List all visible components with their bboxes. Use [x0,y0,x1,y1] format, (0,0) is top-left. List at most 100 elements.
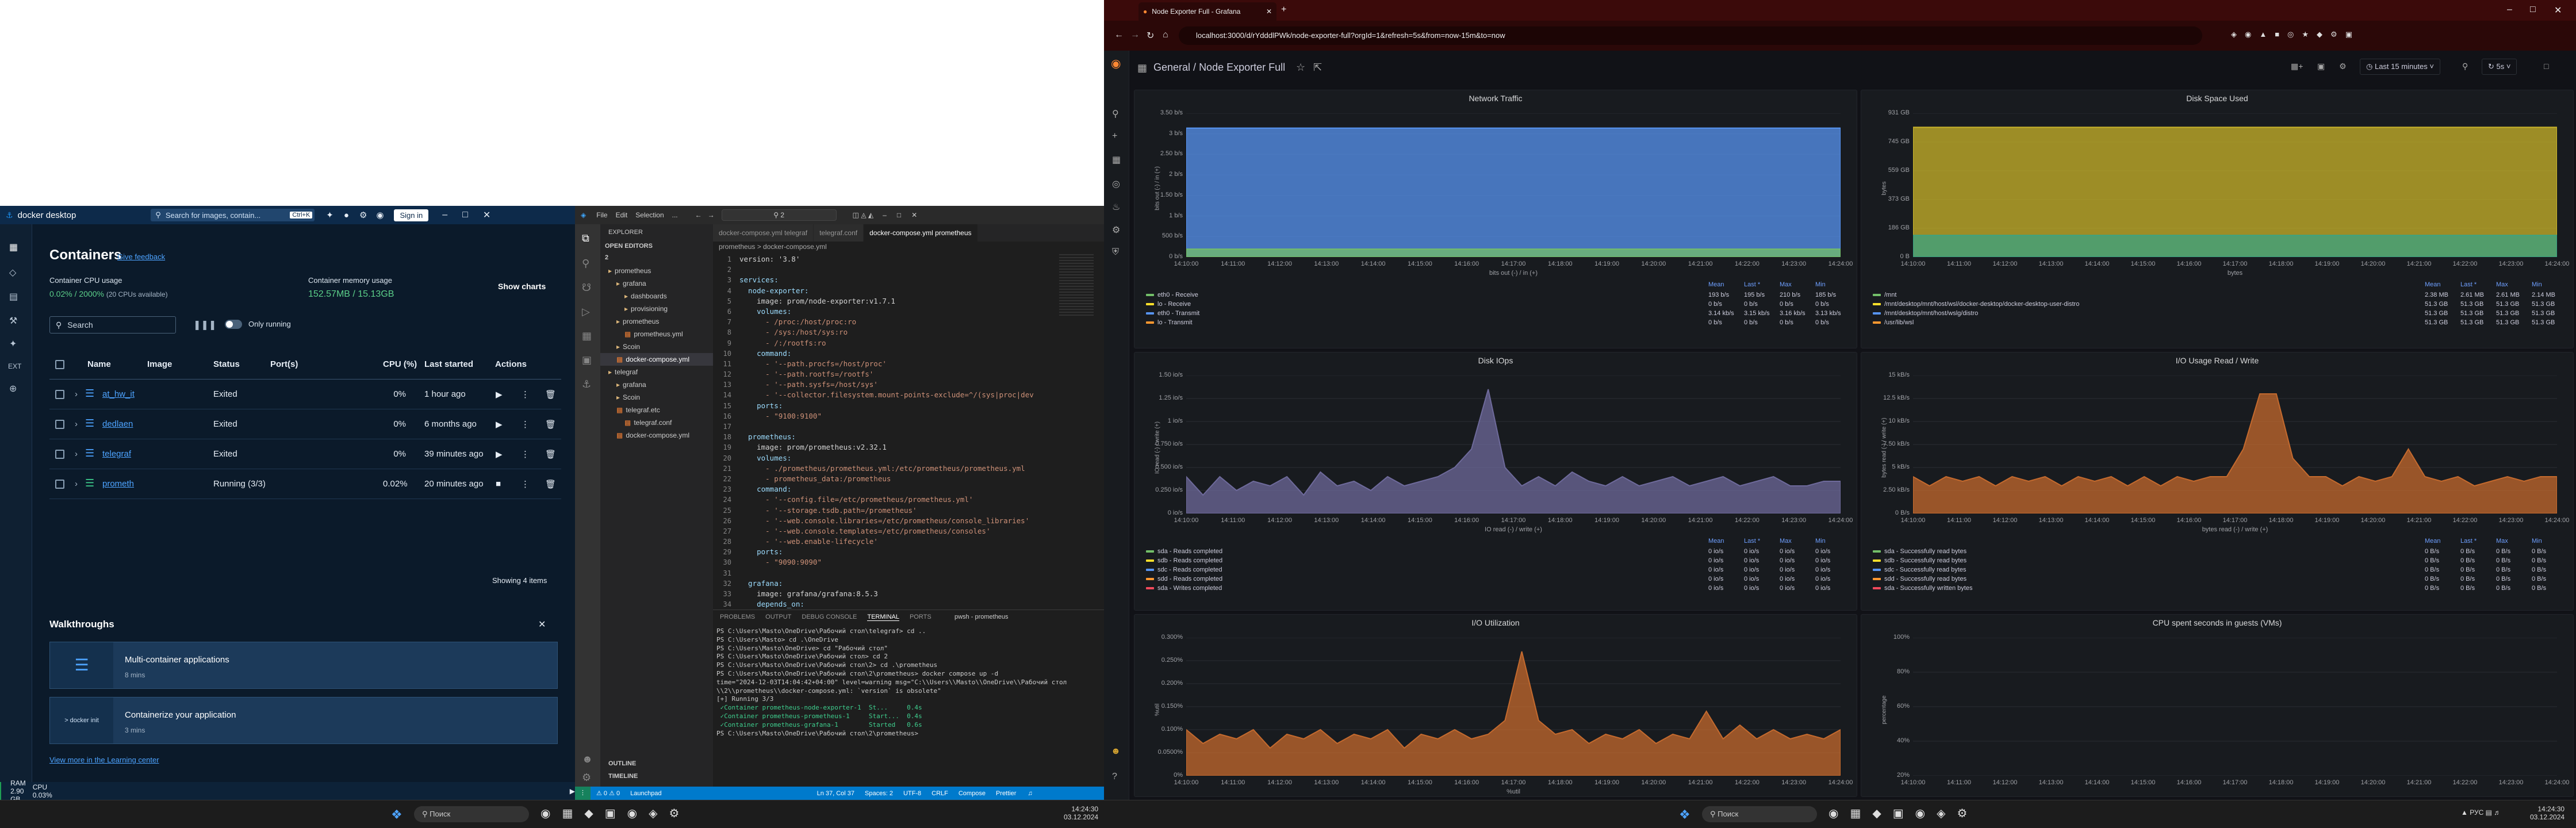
volumes-nav-icon[interactable]: ▤ [9,291,18,302]
tab-docker-compose-prometheus[interactable]: docker-compose.yml prometheus [864,224,978,241]
code-line[interactable]: 3 services: [713,275,1058,285]
code-line[interactable]: 5 image: prom/node-exporter:v1.7.1 [713,296,1058,306]
stop-icon[interactable]: ■ [496,479,501,489]
legend-header[interactable]: Last * [2460,538,2477,545]
new-tab-button[interactable]: + [1281,5,1286,15]
table-row[interactable]: › ☰ dedlaen Exited 0% 6 months ago ▶ ⋮ 🗑 [49,409,561,439]
folder-item[interactable]: ▸ prometheus [600,264,713,277]
column-toggle-icon[interactable]: ❚❚❚ [193,319,216,331]
global-search[interactable]: ⚲ Search for images, contain... Ctrl+K [151,209,315,221]
alerting-icon[interactable]: ♨ [1112,201,1120,213]
walkthrough-card[interactable]: ☰ Multi-container applications 8 mins [49,642,558,689]
delete-icon[interactable]: 🗑 [545,419,556,430]
command-center[interactable]: ⚲ 2 [721,209,837,221]
legend-item[interactable]: sda - Reads completed [1146,548,1222,555]
code-line[interactable]: 26 - '--web.console.libraries=/etc/prome… [713,516,1058,526]
row-checkbox[interactable] [55,450,64,459]
legend-item[interactable]: sdd - Reads completed [1146,576,1222,582]
shell-name[interactable]: pwsh - prometheus [954,614,1009,620]
remote-indicator[interactable]: ⋮ [575,787,591,800]
play-icon[interactable]: ▶ [496,389,503,400]
extension-icons[interactable]: ◈◉▲■◎★◆⚙▣ [2231,30,2360,39]
file-item[interactable]: ▩ prometheus.yml [600,328,713,340]
grafana-logo-icon[interactable]: ◉ [1111,56,1121,71]
code-line[interactable]: 19 image: prom/prometheus:v2.32.1 [713,442,1058,453]
panel-plot[interactable] [1186,375,1841,513]
code-line[interactable]: 29 ports: [713,547,1058,557]
maximize-button[interactable]: □ [897,211,901,219]
legend-header[interactable]: Min [1815,538,1826,545]
panel-plot[interactable] [1913,638,2557,776]
legend-header[interactable]: Min [1815,281,1826,288]
learning-center-link[interactable]: View more in the Learning center [49,756,159,764]
code-line[interactable]: 9 - /:/rootfs:ro [713,338,1058,348]
legend-item[interactable]: sdc - Successfully read bytes [1873,566,1966,573]
panel-title[interactable]: Network Traffic [1134,94,1857,103]
series-area[interactable] [1186,389,1841,513]
minimize-button[interactable]: – [2507,5,2512,15]
search-icon[interactable]: ⚲ [582,258,589,270]
close-button[interactable]: ✕ [483,209,490,221]
taskbar-apps[interactable]: ◉▦◆▣◉◈⚙ [1828,806,1979,821]
legend-item[interactable]: sdc - Reads completed [1146,566,1222,573]
series-area[interactable] [1186,248,1841,257]
legend-header[interactable]: Last * [1744,538,1760,545]
code-line[interactable]: 17 [713,421,1058,432]
tab-docker-compose-telegraf[interactable]: docker-compose.yml telegraf [713,224,814,241]
close-button[interactable]: ✕ [911,211,917,219]
code-line[interactable]: 24 - '--config.file=/etc/prometheus/prom… [713,494,1058,505]
browser-tab[interactable]: ● Node Exporter Full - Grafana ✕ [1138,2,1276,21]
container-name[interactable]: telegraf [102,449,131,459]
row-checkbox[interactable] [55,480,64,489]
save-icon[interactable]: ▣ [2317,62,2325,71]
settings-icon[interactable]: ⚙ [2339,62,2347,71]
row-checkbox[interactable] [55,390,64,399]
code-line[interactable]: 28 - '--web.enable-lifecycle' [713,536,1058,547]
code-line[interactable]: 32 grafana: [713,578,1058,589]
row-checkbox[interactable] [55,420,64,429]
refresh-picker[interactable]: ↻ 5s ˅ [2482,59,2517,75]
series-area[interactable] [1186,127,1841,257]
panel-title[interactable]: CPU spent seconds in guests (VMs) [1861,618,2573,627]
panel-title[interactable]: I/O Utilization [1134,618,1857,627]
star-icon[interactable]: ☆ [1296,62,1305,74]
more-actions-icon[interactable]: ⋮ [521,479,530,489]
panel-title[interactable]: I/O Usage Read / Write [1861,356,2573,365]
folder-item[interactable]: ▸ grafana [600,378,713,391]
config-icon[interactable]: ⚙ [1112,224,1120,236]
docker-icon[interactable]: ⚓ [582,378,591,390]
clock[interactable]: 14:24:30 03.12.2024 [2530,805,2564,821]
dashboard-title[interactable]: Node Exporter Full [1199,62,1285,73]
code-line[interactable]: 11 - '--path.procfs=/host/proc' [713,359,1058,369]
folder-item[interactable]: ▸ grafana [600,277,713,290]
more-actions-icon[interactable]: ⋮ [521,449,530,459]
notifications-icon[interactable]: ♫ [1028,790,1032,797]
file-item[interactable]: ▩ docker-compose.yml [600,429,713,442]
maximize-button[interactable]: □ [462,210,468,220]
legend-header[interactable]: Max [2496,281,2508,288]
legend-item[interactable]: sdb - Successfully read bytes [1873,557,1966,564]
minimize-button[interactable]: – [442,210,447,220]
address-bar[interactable]: localhost:3000/d/rYdddlPWk/node-exporter… [1179,26,2202,45]
search-icon[interactable]: ⚲ [1112,108,1119,120]
walkthrough-card[interactable]: > docker init Containerize your applicat… [49,697,558,744]
show-charts-button[interactable]: Show charts [498,282,546,291]
taskbar-search[interactable]: ⚲ Поиск [414,806,529,822]
panel-disk[interactable]: Disk Space Used 931 GB 745 GB 559 GB 373 GB 1… [1861,90,2574,348]
code-line[interactable]: 10 command: [713,348,1058,359]
panel-iops[interactable]: Disk IOps 1.50 io/s 1.25 io/s 1 io/s 0.750 i… [1134,352,1857,611]
container-name[interactable]: dedlaen [102,419,133,429]
legend-item[interactable]: /usr/lib/wsl [1873,319,1914,326]
code-line[interactable]: 12 - '--path.rootfs=/rootfs' [713,369,1058,379]
expand-chevron-icon[interactable]: › [75,389,78,399]
settings-icon[interactable]: ⚙ [359,210,367,220]
bug-icon[interactable]: ◉ [376,210,384,220]
legend-header[interactable]: Min [2532,538,2542,545]
legend-item[interactable]: sda - Successfully read bytes [1873,548,1966,555]
menu-edit[interactable]: Edit [616,211,628,219]
code-line[interactable]: 14 - '--collector.filesystem.mount-point… [713,390,1058,400]
run-debug-icon[interactable]: ▷ [582,306,590,318]
code-line[interactable]: 16 - "9100:9100" [713,411,1058,421]
legend-header[interactable]: Mean [1708,281,1724,288]
legend-header[interactable]: Max [1780,281,1792,288]
